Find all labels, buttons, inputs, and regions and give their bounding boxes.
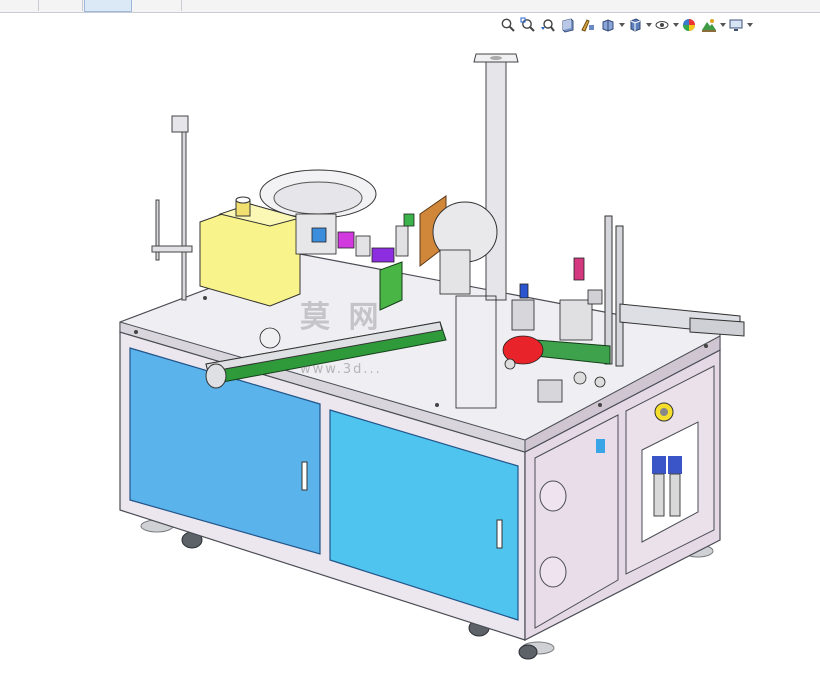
edit-appearance-icon[interactable] [679,16,699,34]
tab[interactable] [0,0,39,11]
blue-label [596,439,605,453]
watermark-url: www.3d... [300,362,382,377]
machine-model [119,53,745,660]
chevron-down-icon[interactable] [672,16,679,34]
document-tab-strip [0,0,820,13]
previous-view-icon[interactable] [538,16,558,34]
door-handle [301,461,308,491]
dynamic-annotation-icon[interactable] [578,16,598,34]
chevron-down-icon[interactable] [746,16,753,34]
sensor-pole [181,127,187,301]
cable-port [539,480,567,512]
graphics-area[interactable] [0,36,820,672]
tab[interactable] [131,0,182,11]
watermark-text: 莫 网 [300,300,383,335]
tab[interactable] [38,0,83,11]
tall-column [485,61,507,301]
chevron-down-icon[interactable] [645,16,652,34]
view-orientation-icon[interactable] [598,16,618,34]
display-style-icon[interactable] [625,16,645,34]
apply-scene-icon[interactable] [699,16,719,34]
chevron-down-icon[interactable] [719,16,726,34]
cable-port [539,556,567,588]
view-settings-icon[interactable] [726,16,746,34]
heads-up-view-toolbar [498,15,753,35]
tab-active[interactable] [84,0,132,12]
section-view-icon[interactable] [558,16,578,34]
gantry-column [604,215,613,365]
zoom-to-fit-icon[interactable] [498,16,518,34]
hide-show-items-icon[interactable] [652,16,672,34]
door-handle [496,519,503,549]
chevron-down-icon[interactable] [618,16,625,34]
zoom-to-area-icon[interactable] [518,16,538,34]
